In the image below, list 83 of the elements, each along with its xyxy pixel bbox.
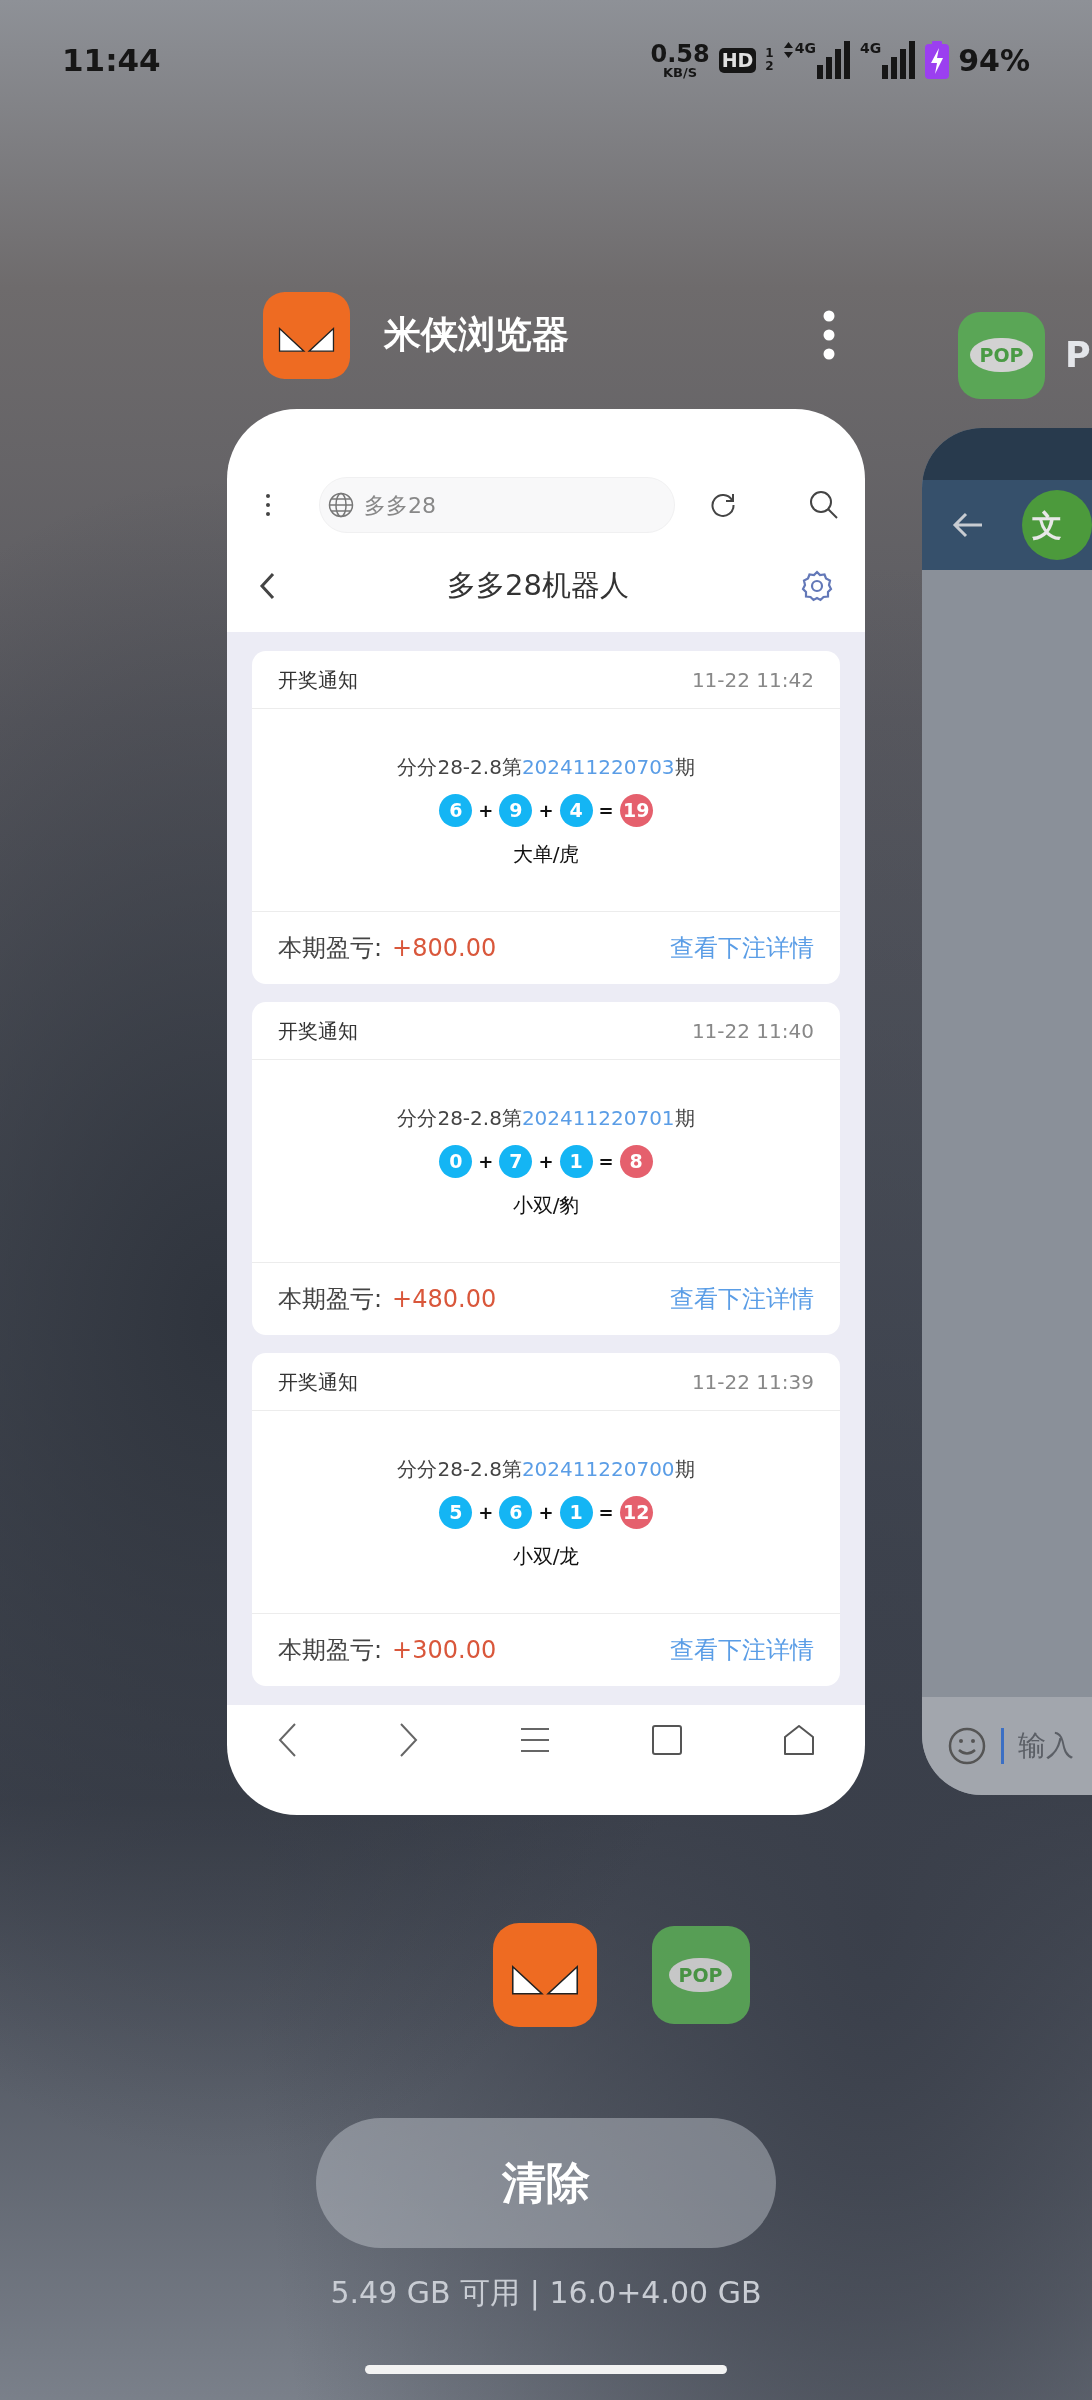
sim-slot-number: 2 xyxy=(765,60,774,73)
app-preview-card[interactable]: 文 输入 xyxy=(922,428,1092,1795)
tabs-icon[interactable] xyxy=(651,1725,682,1755)
more-icon[interactable] xyxy=(823,310,835,360)
logo-text: POP xyxy=(970,337,1033,373)
operator: + xyxy=(478,1149,494,1174)
profit-label: 本期盈亏: xyxy=(278,1635,383,1666)
forward-icon[interactable] xyxy=(398,1722,419,1758)
sim-slot-number: 1 xyxy=(765,47,774,60)
contact-avatar[interactable]: 文 xyxy=(1022,490,1092,560)
search-icon[interactable] xyxy=(809,490,839,520)
issue-text: 分分28-2.8第202411220701期 xyxy=(397,1104,695,1132)
number-ball: 6 xyxy=(499,1495,533,1529)
notification-time: 11-22 11:40 xyxy=(691,1017,814,1045)
profit-amount: +800.00 xyxy=(392,933,498,964)
home-icon[interactable] xyxy=(783,1725,815,1755)
operator: = xyxy=(598,1149,614,1174)
operator: = xyxy=(598,798,614,823)
notification-title: 开奖通知 xyxy=(278,1368,358,1396)
data-arrows-icon xyxy=(782,41,794,59)
chat-app-logo[interactable]: POP xyxy=(958,311,1045,399)
back-icon[interactable] xyxy=(277,1722,297,1758)
sum-ball: 8 xyxy=(619,1144,653,1178)
number-ball: 5 xyxy=(439,1495,473,1529)
number-ball: 7 xyxy=(499,1144,533,1178)
operator: + xyxy=(478,798,494,823)
number-ball: 0 xyxy=(439,1144,473,1178)
network-type: 4G xyxy=(794,41,816,55)
memory-info: 5.49 GB 可用 | 16.0+4.00 GB xyxy=(329,2274,763,2313)
operator: + xyxy=(538,798,554,823)
number-ball: 9 xyxy=(499,793,533,827)
number-ball: 4 xyxy=(559,793,593,827)
issue-text: 分分28-2.8第202411220700期 xyxy=(397,1455,695,1483)
network-speed: 0.58 xyxy=(650,41,710,66)
clear-button[interactable]: 清除 xyxy=(316,2118,776,2248)
menu-icon[interactable] xyxy=(520,1727,550,1753)
speed-unit: KB/S xyxy=(663,65,698,79)
sum-ball: 19 xyxy=(619,793,653,827)
profit-label: 本期盈亏: xyxy=(278,1284,383,1315)
chat-app-icon[interactable]: POP xyxy=(651,1926,750,2024)
result-text: 小双/豹 xyxy=(512,1191,580,1219)
signal-icon xyxy=(882,41,917,79)
operator: + xyxy=(478,1500,494,1525)
notification-time: 11-22 11:42 xyxy=(691,666,814,694)
page-title: 多多28机器人 xyxy=(447,567,629,605)
globe-icon xyxy=(328,492,354,518)
result-text: 小双/龙 xyxy=(512,1542,580,1570)
issue-text: 分分28-2.8第202411220703期 xyxy=(397,753,695,781)
logo-text: POP xyxy=(669,1957,732,1993)
back-icon[interactable] xyxy=(259,572,275,600)
operator: + xyxy=(538,1500,554,1525)
reload-icon[interactable] xyxy=(709,491,737,519)
notification-title: 开奖通知 xyxy=(278,1017,358,1045)
operator: + xyxy=(538,1149,554,1174)
bet-details-link[interactable]: 查看下注详情 xyxy=(670,1632,814,1668)
more-icon[interactable] xyxy=(265,493,271,517)
settings-icon[interactable] xyxy=(801,570,833,602)
hd-badge: HD xyxy=(718,47,757,73)
number-ball: 1 xyxy=(559,1495,593,1529)
bet-details-link[interactable]: 查看下注详情 xyxy=(670,1281,814,1317)
status-time: 11:44 xyxy=(62,40,161,80)
sum-ball: 12 xyxy=(619,1495,653,1529)
message-input[interactable]: 输入 xyxy=(922,1697,1092,1795)
number-ball: 1 xyxy=(559,1144,593,1178)
address-bar[interactable]: 多多28 xyxy=(319,477,675,533)
number-ball: 6 xyxy=(439,793,473,827)
profit-amount: +480.00 xyxy=(392,1284,498,1315)
notification-time: 11-22 11:39 xyxy=(691,1368,814,1396)
browser-app-icon[interactable] xyxy=(492,1923,597,2027)
notification-title: 开奖通知 xyxy=(278,666,358,694)
network-type: 4G xyxy=(859,41,882,55)
emoji-icon[interactable] xyxy=(947,1726,987,1766)
profit-amount: +300.00 xyxy=(392,1635,498,1666)
app-name: P xyxy=(1065,333,1092,377)
bet-details-link[interactable]: 查看下注详情 xyxy=(670,930,814,966)
battery-percent: 94% xyxy=(958,41,1030,80)
operator: = xyxy=(598,1500,614,1525)
signal-icon xyxy=(816,41,851,79)
profit-label: 本期盈亏: xyxy=(278,933,383,964)
app-name: 米侠浏览器 xyxy=(384,312,570,359)
result-text: 大单/虎 xyxy=(512,840,580,868)
back-arrow-icon[interactable] xyxy=(952,512,984,538)
browser-logo-icon[interactable] xyxy=(263,292,350,379)
